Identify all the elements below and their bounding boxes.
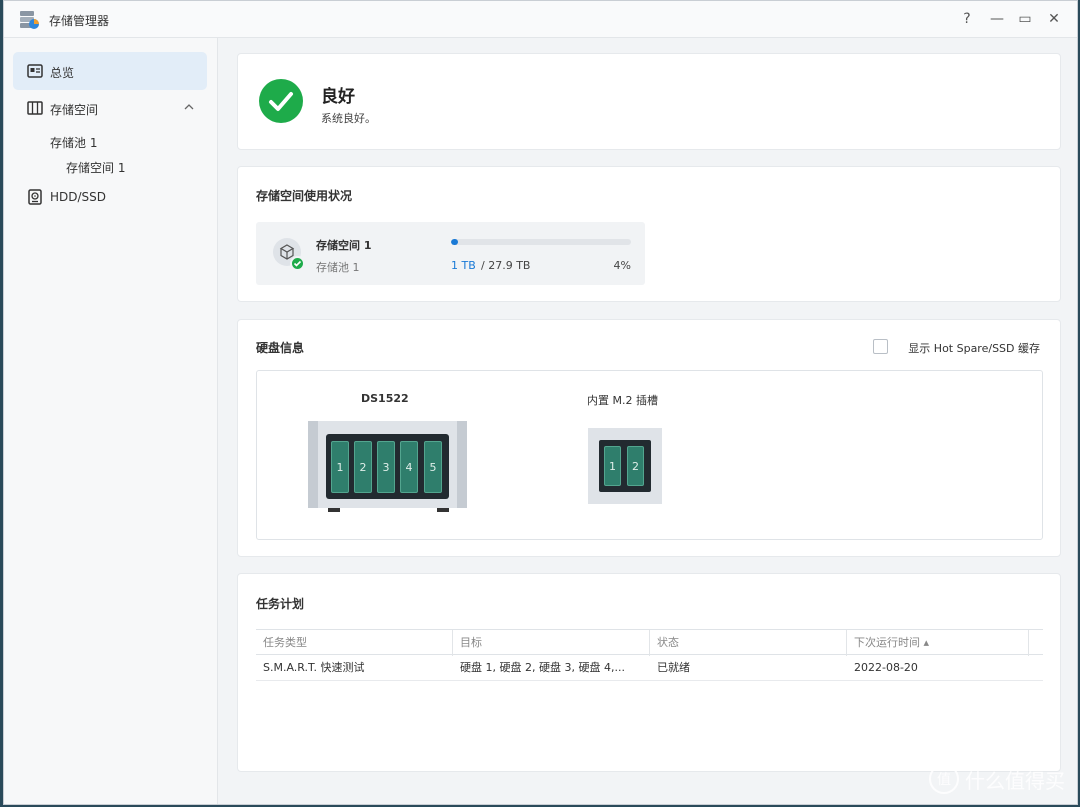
watermark-text: 什么值得买 bbox=[965, 768, 1065, 793]
task-next-run-cell: 2022-08-20 bbox=[854, 661, 918, 674]
nas-foot-right bbox=[437, 508, 449, 512]
m2-slots: 1 2 bbox=[599, 440, 651, 492]
nas-side-right bbox=[457, 421, 467, 508]
nas-chassis: 1 2 3 4 5 bbox=[308, 421, 467, 512]
minimize-button[interactable]: — bbox=[988, 10, 1006, 28]
m2-slot-label: 内置 M.2 插槽 bbox=[587, 394, 658, 407]
hdd-icon bbox=[28, 189, 42, 205]
volume-name: 存储空间 1 bbox=[316, 239, 372, 252]
close-button[interactable]: ✕ bbox=[1045, 10, 1063, 28]
nas-foot-left bbox=[328, 508, 340, 512]
disk-bay-1[interactable]: 1 bbox=[331, 441, 349, 493]
task-table: 任务类型 目标 状态 下次运行时间 ▴ S.M.A.R.T. 快速测试 硬盘 1… bbox=[256, 629, 1043, 681]
usage-percent: 4% bbox=[613, 259, 631, 272]
chevron-up-icon[interactable] bbox=[183, 101, 195, 113]
m2-module: 1 2 bbox=[588, 428, 662, 504]
sidebar-item-hdd-ssd[interactable]: HDD/SSD bbox=[13, 178, 207, 216]
main-content: 良好 系统良好。 存储空间使用状况 存储空间 1 存储池 1 1 TB / 27… bbox=[219, 38, 1077, 804]
disk-info-title: 硬盘信息 bbox=[256, 341, 305, 355]
used-capacity: 1 TB bbox=[451, 259, 476, 272]
table-row[interactable]: S.M.A.R.T. 快速测试 硬盘 1, 硬盘 2, 硬盘 3, 硬盘 4,.… bbox=[256, 655, 1043, 681]
sidebar-item-volume[interactable]: 存储空间 1 bbox=[66, 159, 125, 176]
usage-progress-bar bbox=[451, 239, 631, 245]
help-button[interactable]: ? bbox=[958, 10, 976, 28]
disk-bay-2[interactable]: 2 bbox=[354, 441, 372, 493]
disk-bay-4[interactable]: 4 bbox=[400, 441, 418, 493]
title-bar: 存储管理器 ? — ▭ ✕ bbox=[4, 1, 1077, 38]
storage-usage-card: 存储空间使用状况 存储空间 1 存储池 1 1 TB / 27.9 TB 4% bbox=[237, 166, 1061, 302]
task-target-cell: 硬盘 1, 硬盘 2, 硬盘 3, 硬盘 4,... bbox=[460, 661, 625, 674]
status-title: 良好 bbox=[321, 87, 355, 107]
task-schedule-title: 任务计划 bbox=[256, 597, 305, 611]
task-schedule-card: 任务计划 任务类型 目标 状态 下次运行时间 ▴ S.M.A.R.T. 快速测试… bbox=[237, 573, 1061, 772]
sidebar-item-pool[interactable]: 存储池 1 bbox=[50, 134, 97, 151]
sidebar-item-overview[interactable]: 总览 bbox=[13, 52, 207, 90]
status-card: 良好 系统良好。 bbox=[237, 53, 1061, 150]
sidebar-item-storage[interactable]: 存储空间 bbox=[13, 89, 207, 127]
task-table-header: 任务类型 目标 状态 下次运行时间 ▴ bbox=[256, 629, 1043, 656]
volume-healthy-icon bbox=[290, 256, 305, 271]
watermark: 值 什么值得买 bbox=[929, 764, 1065, 794]
m2-slot-2[interactable]: 2 bbox=[627, 446, 644, 486]
nas-model-label: DS1522 bbox=[361, 392, 409, 405]
storage-icon bbox=[27, 101, 43, 115]
sidebar: 总览 存储空间 存储池 1 存储空间 1 HDD/SSD bbox=[4, 38, 218, 804]
nas-side-left bbox=[308, 421, 318, 508]
overview-icon bbox=[27, 64, 43, 78]
status-description: 系统良好。 bbox=[321, 112, 376, 125]
usage-progress-fill bbox=[451, 239, 459, 245]
maximize-button[interactable]: ▭ bbox=[1016, 10, 1034, 28]
window-title: 存储管理器 bbox=[49, 14, 110, 28]
disk-bay-5[interactable]: 5 bbox=[424, 441, 442, 493]
volume-pool: 存储池 1 bbox=[316, 261, 360, 274]
hotspare-label[interactable]: 显示 Hot Spare/SSD 缓存 bbox=[908, 340, 1040, 356]
usage-card-title: 存储空间使用状况 bbox=[256, 189, 353, 203]
sidebar-label-hdd: HDD/SSD bbox=[50, 190, 107, 204]
column-header-target[interactable]: 目标 bbox=[453, 630, 650, 656]
success-check-icon bbox=[259, 79, 303, 123]
sidebar-label-overview: 总览 bbox=[50, 66, 75, 80]
total-capacity: / 27.9 TB bbox=[481, 259, 531, 272]
column-header-type[interactable]: 任务类型 bbox=[256, 630, 453, 656]
column-header-status[interactable]: 状态 bbox=[650, 630, 847, 656]
disk-diagram: DS1522 内置 M.2 插槽 1 2 3 4 5 1 2 bbox=[256, 370, 1043, 540]
column-header-next-run[interactable]: 下次运行时间 ▴ bbox=[847, 630, 1029, 656]
nas-drive-bays: 1 2 3 4 5 bbox=[326, 434, 449, 499]
hotspare-checkbox[interactable] bbox=[873, 339, 888, 354]
watermark-logo: 值 bbox=[929, 764, 959, 794]
storage-manager-window: 存储管理器 ? — ▭ ✕ 总览 存储空间 存储池 1 存储空间 1 HDD/S… bbox=[3, 0, 1078, 805]
storage-manager-app-icon bbox=[20, 11, 39, 29]
m2-slot-1[interactable]: 1 bbox=[604, 446, 621, 486]
disk-bay-3[interactable]: 3 bbox=[377, 441, 395, 493]
disk-info-card: 硬盘信息 显示 Hot Spare/SSD 缓存 DS1522 内置 M.2 插… bbox=[237, 319, 1061, 557]
task-status-cell: 已就绪 bbox=[657, 661, 690, 674]
sidebar-label-storage: 存储空间 bbox=[50, 103, 99, 117]
task-type-cell: S.M.A.R.T. 快速测试 bbox=[263, 661, 365, 674]
volume-usage-item[interactable]: 存储空间 1 存储池 1 1 TB / 27.9 TB 4% bbox=[256, 222, 645, 285]
